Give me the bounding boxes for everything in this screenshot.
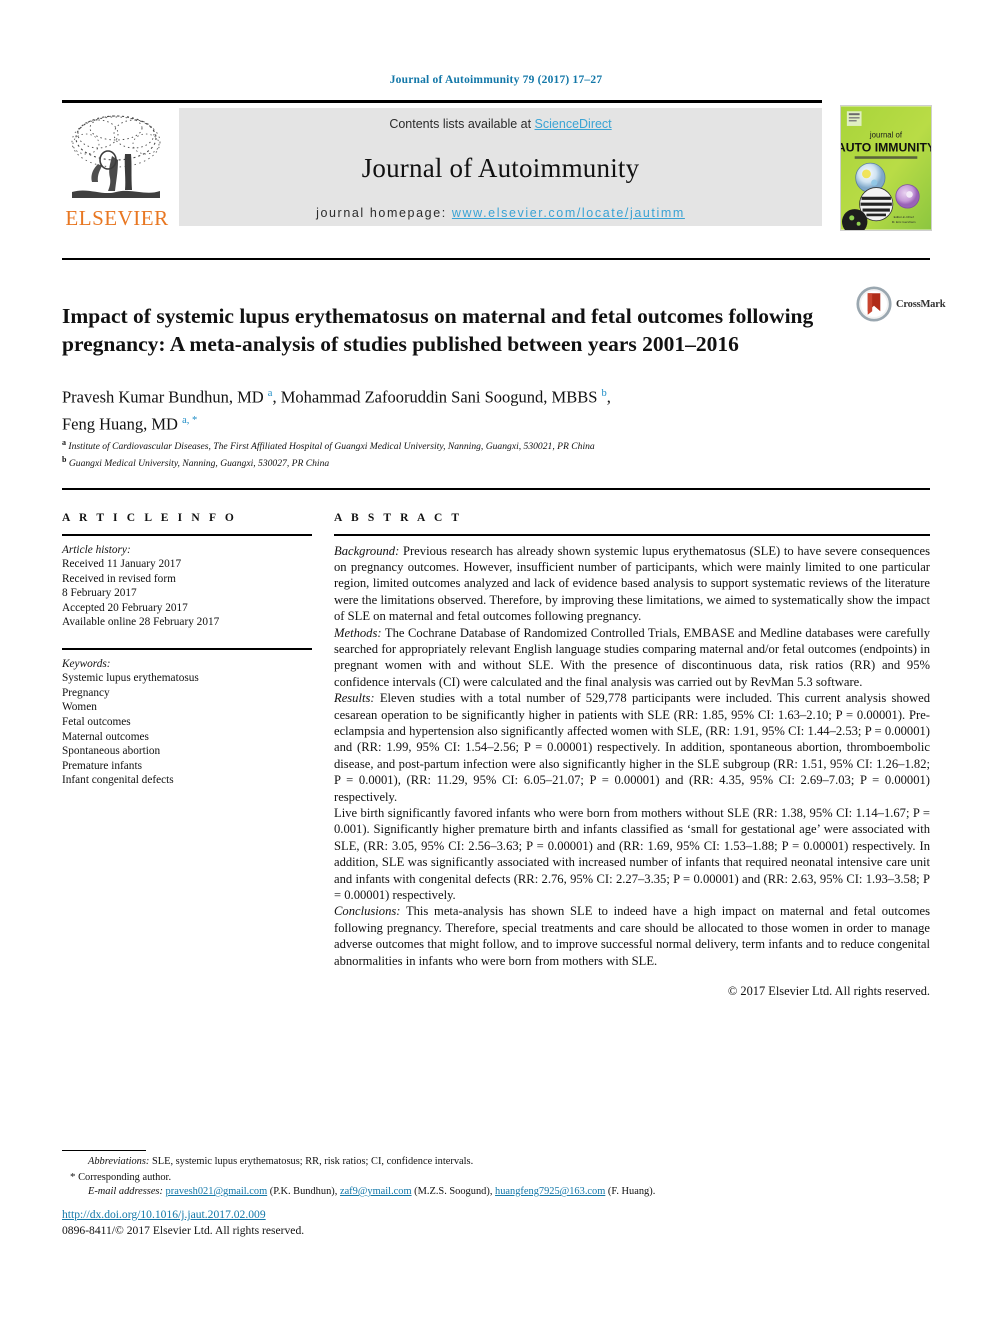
journal-homepage-line: journal homepage: www.elsevier.com/locat… (179, 206, 822, 220)
elsevier-tree-icon (68, 108, 164, 204)
article-history-label: Article history: (62, 543, 131, 556)
keyword-item: Systemic lupus erythematosus (62, 672, 199, 685)
keyword-item: Spontaneous abortion (62, 745, 161, 758)
abstract-label-conclusions: Conclusions: (334, 904, 401, 919)
footnote-block: Abbreviations: SLE, systemic lupus eryth… (62, 1155, 932, 1200)
period-end: . (652, 1186, 656, 1197)
article-info-column: A R T I C L E I N F O Article history: R… (62, 512, 312, 788)
keywords-label: Keywords: (62, 657, 111, 670)
svg-text:AUTO IMMUNITY: AUTO IMMUNITY (841, 140, 931, 154)
keyword-item: Pregnancy (62, 686, 110, 699)
abstract-body: Background: Previous research has alread… (334, 543, 930, 1000)
history-item: Received in revised form (62, 572, 176, 585)
abstract-text-background: Previous research has already shown syst… (334, 543, 930, 624)
abstract-rule (334, 534, 930, 536)
issn-copyright-line: 0896-8411/© 2017 Elsevier Ltd. All right… (62, 1224, 305, 1237)
running-head: Journal of Autoimmunity 79 (2017) 17–27 (389, 74, 603, 86)
email-owner-bundhun: (P.K. Bundhun) (269, 1186, 335, 1197)
keyword-item: Infant congenital defects (62, 774, 174, 787)
email-addresses-line: E-mail addresses: pravesh021@gmail.com (… (62, 1185, 932, 1200)
abstract-copyright: © 2017 Elsevier Ltd. All rights reserved… (727, 984, 930, 999)
abstract-section-conclusions: Conclusions: This meta-analysis has show… (334, 903, 930, 969)
journal-cover-thumbnail[interactable]: journal of AUTO IMMUNITY Editor-in-Chief… (840, 105, 932, 231)
keyword-item: Maternal outcomes (62, 730, 149, 743)
masthead-top-rule (62, 100, 822, 103)
email-addresses-label: E-mail addresses: (88, 1186, 163, 1197)
affiliation-list: a Institute of Cardiovascular Diseases, … (62, 437, 932, 470)
svg-text:M. Eric Gershwin: M. Eric Gershwin (892, 220, 916, 224)
abbreviations-text: SLE, systemic lupus erythematosus; RR, r… (149, 1156, 474, 1167)
journal-homepage-link[interactable]: www.elsevier.com/locate/jautimm (452, 206, 685, 220)
abstract-label-results: Results: (334, 691, 375, 706)
contents-prefix: Contents lists available at (389, 117, 535, 131)
email-link-soogund[interactable]: zaf9@ymail.com (340, 1186, 412, 1197)
comma-1: , (334, 1186, 338, 1197)
abstract-text-conclusions: This meta-analysis has shown SLE to inde… (334, 904, 930, 968)
abstract-section-methods: Methods: The Cochrane Database of Random… (334, 625, 930, 691)
affiliation-b: b Guangxi Medical University, Nanning, G… (62, 454, 932, 471)
comma-2: , (489, 1186, 493, 1197)
article-history-block: Article history: Received 11 January 201… (62, 543, 312, 631)
sciencedirect-link[interactable]: ScienceDirect (535, 117, 612, 131)
email-owner-huang: (F. Huang) (607, 1186, 653, 1197)
affiliation-marker-a: a (62, 438, 66, 447)
keyword-item: Premature infants (62, 759, 142, 772)
abstract-column: A B S T R A C T Background: Previous res… (334, 512, 930, 999)
title-top-rule (62, 258, 930, 260)
affiliation-text-b: Guangxi Medical University, Nanning, Gua… (68, 457, 330, 469)
crossmark-badge[interactable]: CrossMark (856, 286, 946, 328)
journal-article-first-page: Journal of Autoimmunity 79 (2017) 17–27 (0, 0, 992, 1323)
keyword-item: Fetal outcomes (62, 715, 131, 728)
corresponding-author-line: * Corresponding author. (62, 1170, 932, 1186)
abstract-text-methods: The Cochrane Database of Randomized Cont… (334, 625, 930, 689)
email-link-bundhun[interactable]: pravesh021@gmail.com (166, 1186, 268, 1197)
journal-masthead: ELSEVIER Contents lists available at Sci… (62, 100, 932, 234)
crossmark-icon (856, 286, 892, 322)
abstract-text-results-cont: Live birth significantly favored infants… (334, 806, 930, 903)
svg-text:journal of: journal of (869, 131, 903, 140)
page-title: Impact of systemic lupus erythematosus o… (62, 304, 814, 357)
corresponding-author-text: Corresponding author. (78, 1171, 172, 1183)
doi-link[interactable]: http://dx.doi.org/10.1016/j.jaut.2017.02… (62, 1208, 266, 1221)
abstract-label-methods: Methods: (334, 625, 382, 640)
email-owner-soogund: (M.Z.S. Soogund) (414, 1186, 490, 1197)
title-bottom-rule (62, 488, 930, 490)
author-list: Pravesh Kumar Bundhun, MD a, Mohammad Za… (62, 387, 611, 434)
affiliation-marker-b: b (62, 454, 67, 464)
keywords-rule (62, 648, 312, 650)
keywords-block: Keywords: Systemic lupus erythematosus P… (62, 657, 312, 788)
email-link-huang[interactable]: huangfeng7925@163.com (495, 1186, 605, 1197)
article-info-heading: A R T I C L E I N F O (62, 512, 237, 524)
abstract-text-results: Eleven studies with a total number of 52… (334, 691, 930, 804)
abbreviations-label: Abbreviations: (88, 1156, 150, 1167)
abstract-section-results-cont: Live birth significantly favored infants… (334, 805, 930, 903)
sciencedirect-band: Contents lists available at ScienceDirec… (179, 108, 822, 226)
homepage-label: journal homepage: (316, 206, 452, 220)
elsevier-wordmark: ELSEVIER (65, 206, 169, 230)
contents-available-line: Contents lists available at ScienceDirec… (179, 117, 822, 131)
abbreviations-line: Abbreviations: SLE, systemic lupus eryth… (62, 1155, 932, 1170)
affiliation-text-a: Institute of Cardiovascular Diseases, Th… (68, 441, 595, 453)
article-info-rule (62, 534, 312, 536)
abstract-section-background: Background: Previous research has alread… (334, 543, 930, 625)
crossmark-label: CrossMark (896, 299, 946, 310)
abstract-heading: A B S T R A C T (334, 512, 463, 524)
asterisk-icon: * (70, 1170, 76, 1183)
svg-text:Editor-in-Chief: Editor-in-Chief (894, 215, 914, 219)
history-item: Received 11 January 2017 (62, 558, 182, 571)
history-item: 8 February 2017 (62, 587, 137, 600)
journal-title: Journal of Autoimmunity (361, 153, 640, 183)
elsevier-logo: ELSEVIER (62, 108, 170, 234)
abstract-label-background: Background: (334, 543, 400, 558)
affiliation-a: a Institute of Cardiovascular Diseases, … (62, 437, 932, 454)
history-item: Accepted 20 February 2017 (62, 601, 188, 614)
abstract-section-results: Results: Eleven studies with a total num… (334, 690, 930, 805)
footnote-rule (62, 1150, 146, 1151)
keyword-item: Women (62, 701, 97, 714)
history-item: Available online 28 February 2017 (62, 616, 220, 629)
